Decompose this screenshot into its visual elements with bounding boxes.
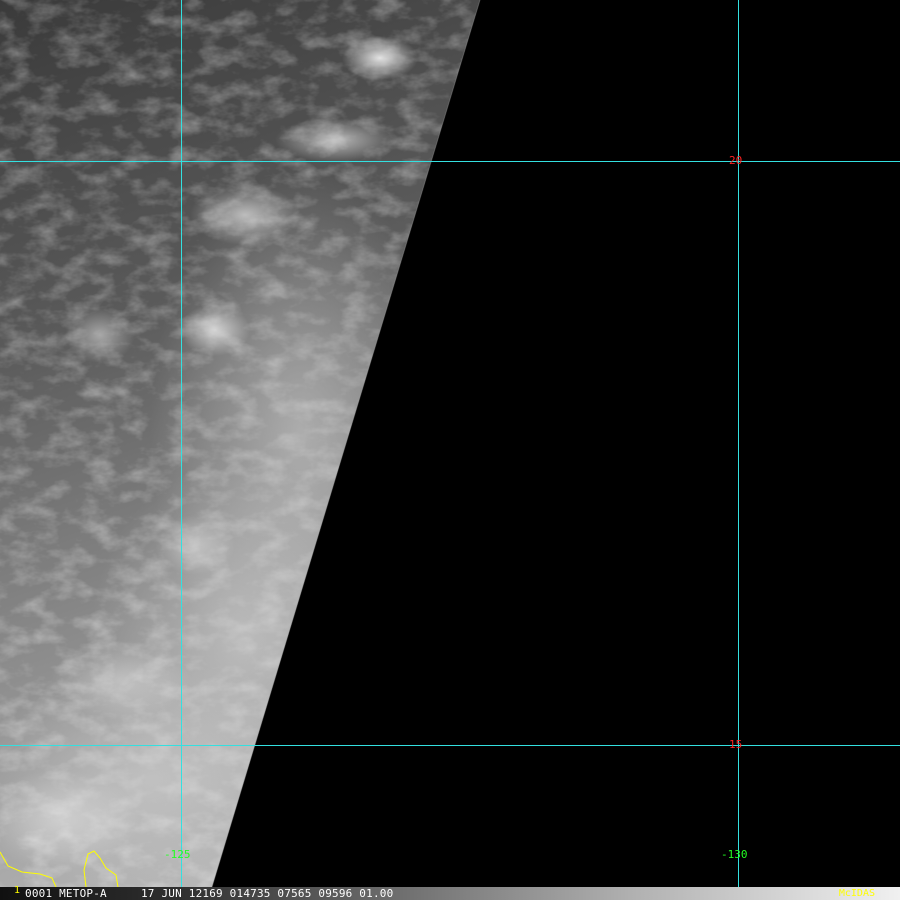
longitude-label-125: -125 <box>164 848 191 861</box>
longitude-label-130: -130 <box>721 848 748 861</box>
info-bar: 1 0001 METOP-A 17 JUN 12169 014735 07565… <box>0 885 900 900</box>
satellite-image <box>0 0 900 900</box>
image-info-text: 0001 METOP-A 17 JUN 12169 014735 07565 0… <box>25 887 394 900</box>
latitude-label-15: 15 <box>729 738 743 751</box>
frame-number: 1 <box>14 885 21 896</box>
mcidas-logo: McIDAS <box>838 888 875 899</box>
latitude-label-20: 20 <box>729 154 743 167</box>
